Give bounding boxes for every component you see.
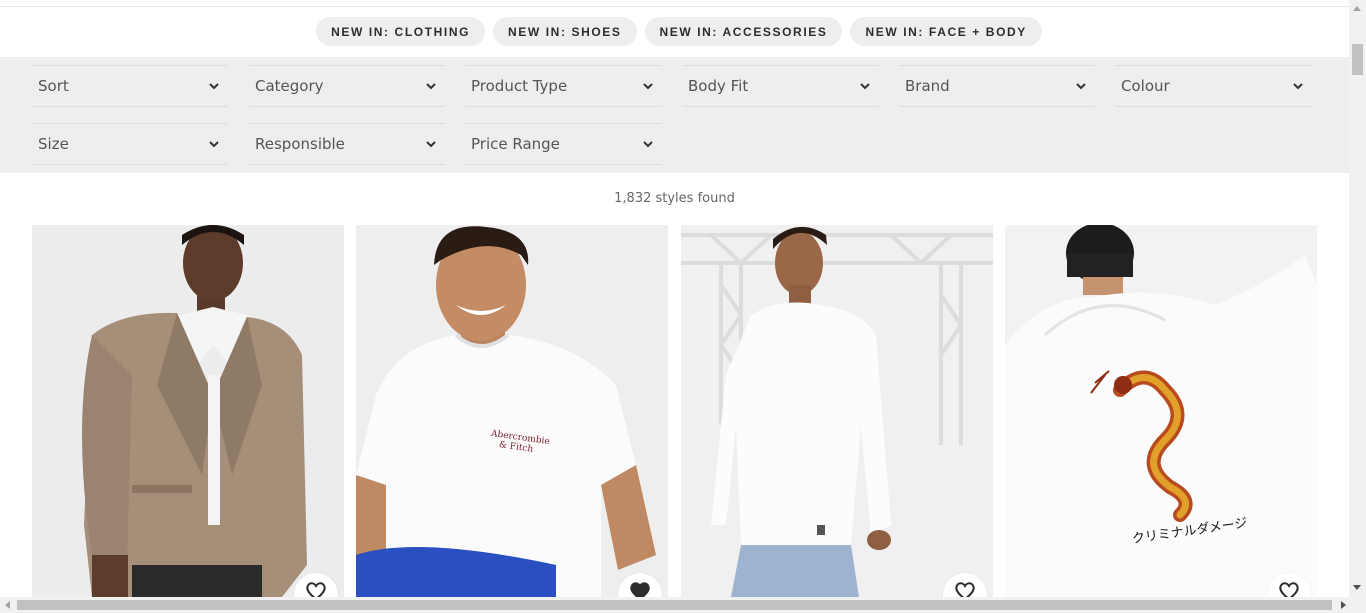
- filter-responsible[interactable]: Responsible: [249, 123, 445, 165]
- filter-label: Body Fit: [688, 77, 749, 95]
- results-count: 1,832 styles found: [614, 191, 735, 206]
- filter-brand[interactable]: Brand: [899, 65, 1095, 107]
- filter-price-range[interactable]: Price Range: [465, 123, 662, 165]
- filter-label: Product Type: [471, 77, 568, 95]
- quick-link-new-in-accessories[interactable]: NEW IN: ACCESSORIES: [644, 17, 843, 46]
- product-card[interactable]: クリミナルダメージ: [1005, 225, 1317, 597]
- product-image[interactable]: [681, 225, 993, 597]
- chevron-down-icon: [1075, 80, 1087, 92]
- product-image[interactable]: Abercrombie & Fitch: [356, 225, 668, 597]
- heart-icon: [955, 582, 975, 597]
- filter-label: Colour: [1121, 77, 1170, 95]
- filter-label: Price Range: [471, 135, 560, 153]
- filter-category[interactable]: Category: [249, 65, 445, 107]
- filter-label: Size: [38, 135, 69, 153]
- chevron-down-icon: [1292, 80, 1304, 92]
- heart-icon: [630, 582, 650, 597]
- quick-links-bar: NEW IN: CLOTHING NEW IN: SHOES NEW IN: A…: [0, 17, 1349, 46]
- product-listing-page: NEW IN: CLOTHING NEW IN: SHOES NEW IN: A…: [0, 0, 1349, 597]
- product-card[interactable]: [32, 225, 344, 597]
- heart-icon: [1279, 582, 1299, 597]
- filter-bar: Sort Category Product Type Body Fit Bran…: [0, 57, 1349, 173]
- chevron-down-icon: [642, 138, 654, 150]
- header-divider: [0, 6, 1349, 7]
- product-card[interactable]: [681, 225, 993, 597]
- filter-body-fit[interactable]: Body Fit: [682, 65, 879, 107]
- horizontal-scroll-thumb[interactable]: [17, 600, 1332, 610]
- vertical-scrollbar[interactable]: [1349, 0, 1366, 597]
- product-image[interactable]: クリミナルダメージ: [1005, 225, 1317, 597]
- filter-sort[interactable]: Sort: [32, 65, 228, 107]
- chevron-down-icon: [859, 80, 871, 92]
- chevron-down-icon: [425, 138, 437, 150]
- chevron-down-icon: [208, 80, 220, 92]
- scroll-down-arrow-icon[interactable]: [1353, 585, 1361, 590]
- scroll-up-arrow-icon[interactable]: [1353, 6, 1361, 11]
- horizontal-scrollbar[interactable]: [0, 597, 1366, 613]
- filter-size[interactable]: Size: [32, 123, 228, 165]
- filter-label: Responsible: [255, 135, 345, 153]
- chevron-down-icon: [642, 80, 654, 92]
- filter-label: Brand: [905, 77, 950, 95]
- quick-link-new-in-clothing[interactable]: NEW IN: CLOTHING: [316, 17, 486, 46]
- scroll-left-arrow-icon[interactable]: [5, 601, 10, 609]
- filter-product-type[interactable]: Product Type: [465, 65, 662, 107]
- vertical-scroll-thumb[interactable]: [1352, 44, 1363, 75]
- quick-link-new-in-shoes[interactable]: NEW IN: SHOES: [493, 17, 637, 46]
- chevron-down-icon: [208, 138, 220, 150]
- filter-label: Sort: [38, 77, 69, 95]
- scroll-right-arrow-icon[interactable]: [1341, 601, 1346, 609]
- quick-link-new-in-face-body[interactable]: NEW IN: FACE + BODY: [850, 17, 1042, 46]
- chevron-down-icon: [425, 80, 437, 92]
- filter-label: Category: [255, 77, 324, 95]
- filter-colour[interactable]: Colour: [1115, 65, 1312, 107]
- product-image[interactable]: [32, 225, 344, 597]
- product-card[interactable]: Abercrombie & Fitch: [356, 225, 668, 597]
- heart-icon: [306, 582, 326, 597]
